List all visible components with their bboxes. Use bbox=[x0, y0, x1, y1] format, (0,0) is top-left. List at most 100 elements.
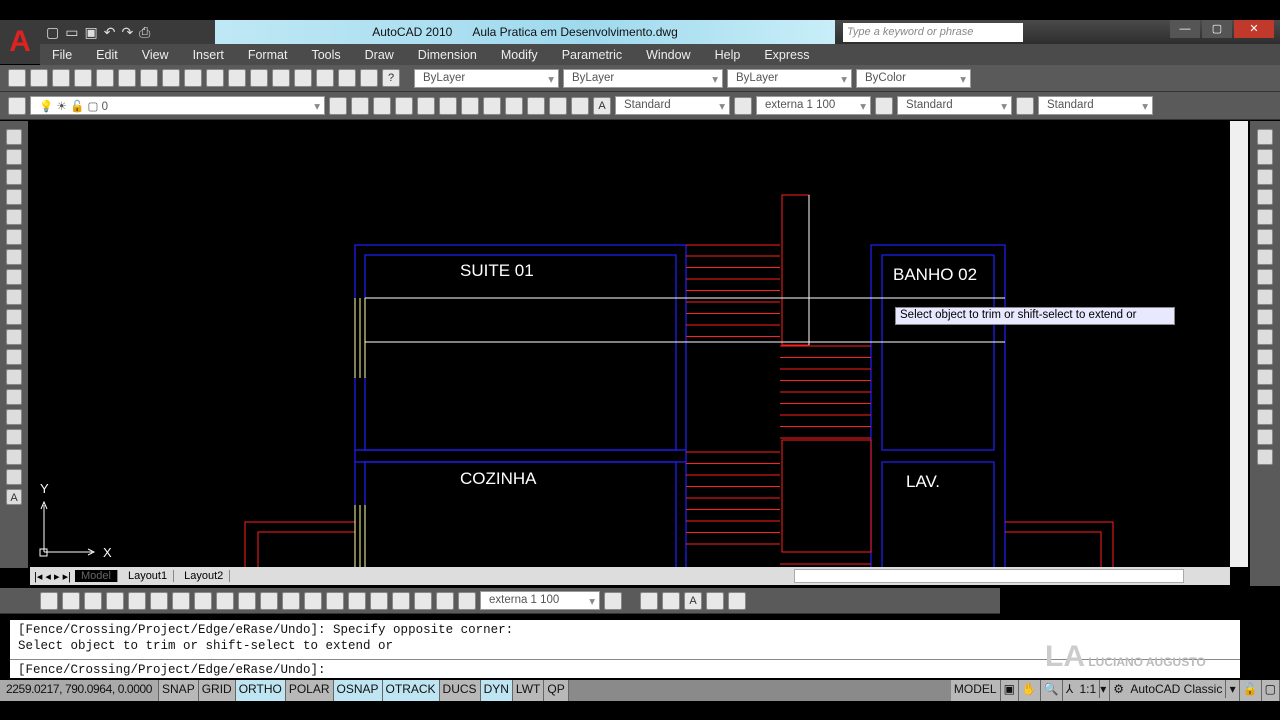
3d-dwf-icon[interactable] bbox=[140, 69, 158, 87]
menu-file[interactable]: File bbox=[40, 48, 84, 62]
properties-icon[interactable] bbox=[250, 69, 268, 87]
point-icon[interactable] bbox=[6, 389, 22, 405]
layer-dropdown[interactable]: 💡 ☀ 🔓 ▢ 0 bbox=[30, 96, 325, 115]
spline-icon[interactable] bbox=[6, 289, 22, 305]
menu-help[interactable]: Help bbox=[703, 48, 753, 62]
tool-palettes-icon[interactable] bbox=[294, 69, 312, 87]
block-editor-icon[interactable] bbox=[184, 69, 202, 87]
dim-style-icon[interactable] bbox=[734, 96, 752, 115]
linear-dim-icon[interactable] bbox=[40, 591, 58, 610]
tab-nav-arrows[interactable]: |◂ ◂ ▸ ▸| bbox=[34, 570, 71, 583]
mleader-style-icon[interactable] bbox=[1016, 96, 1034, 115]
drawing-canvas[interactable]: SUITE 01 BANHO 02 COZINHA LAV. X Y bbox=[30, 121, 1230, 663]
rectangle-icon[interactable] bbox=[6, 209, 22, 225]
zoom-previous-icon[interactable] bbox=[439, 96, 457, 115]
polygon-icon[interactable] bbox=[6, 189, 22, 205]
tolerance-icon[interactable] bbox=[326, 591, 344, 610]
plot-icon[interactable] bbox=[74, 69, 92, 87]
publish-icon[interactable] bbox=[118, 69, 136, 87]
offset-icon[interactable] bbox=[1257, 189, 1273, 205]
menu-insert[interactable]: Insert bbox=[181, 48, 236, 62]
explode-icon[interactable] bbox=[1257, 449, 1273, 465]
status-toggle-qp[interactable]: QP bbox=[544, 680, 569, 701]
sheet-set-icon[interactable] bbox=[316, 69, 334, 87]
status-toggle-ortho[interactable]: ORTHO bbox=[235, 680, 286, 701]
redo-icon[interactable] bbox=[228, 69, 246, 87]
linetype-dropdown[interactable]: ByLayer bbox=[563, 68, 723, 88]
design-center-icon[interactable] bbox=[272, 69, 290, 87]
zoom-in-icon[interactable] bbox=[505, 96, 523, 115]
zoom-out-icon[interactable] bbox=[527, 96, 545, 115]
mirror-icon[interactable] bbox=[1257, 169, 1273, 185]
table-style-dropdown[interactable]: Standard bbox=[897, 96, 1012, 115]
pan-icon[interactable]: ✋ bbox=[1018, 680, 1041, 701]
save-icon[interactable]: ▣ bbox=[84, 24, 97, 41]
toolbar-lock-icon[interactable]: 🔓 bbox=[1239, 680, 1262, 701]
dim-text-edit-icon[interactable] bbox=[436, 591, 454, 610]
insert-block-icon[interactable] bbox=[6, 349, 22, 365]
dim-edit-icon[interactable] bbox=[414, 591, 432, 610]
baseline-icon[interactable] bbox=[238, 591, 256, 610]
horizontal-scrollbar[interactable] bbox=[794, 569, 1185, 583]
zoom-all-icon[interactable] bbox=[549, 96, 567, 115]
calculator-icon[interactable] bbox=[360, 69, 378, 87]
ellipse-icon[interactable] bbox=[6, 309, 22, 325]
status-toggle-otrack[interactable]: OTRACK bbox=[382, 680, 440, 701]
dim-space-icon[interactable] bbox=[282, 591, 300, 610]
new-icon[interactable] bbox=[8, 69, 26, 87]
status-toggle-dyn[interactable]: DYN bbox=[480, 680, 513, 701]
radius-icon[interactable] bbox=[128, 591, 146, 610]
make-current-icon[interactable] bbox=[329, 96, 347, 115]
color-dropdown[interactable]: ByLayer bbox=[414, 68, 559, 88]
revcloud-icon[interactable] bbox=[6, 269, 22, 285]
new-icon[interactable]: ▢ bbox=[46, 24, 59, 41]
rotate-icon[interactable] bbox=[1257, 249, 1273, 265]
circle-icon[interactable] bbox=[6, 249, 22, 265]
plot-preview-icon[interactable] bbox=[96, 69, 114, 87]
table-style-icon[interactable] bbox=[875, 96, 893, 115]
layer-previous-icon[interactable] bbox=[351, 96, 369, 115]
text-icon[interactable]: A bbox=[684, 591, 702, 610]
array-icon[interactable] bbox=[1257, 209, 1273, 225]
inspection-icon[interactable] bbox=[370, 591, 388, 610]
undo-icon[interactable] bbox=[206, 69, 224, 87]
aligned-dim-icon[interactable] bbox=[62, 591, 80, 610]
continue-icon[interactable] bbox=[260, 591, 278, 610]
zoom-icon[interactable]: 🔍 bbox=[1040, 680, 1063, 701]
model-space-button[interactable]: MODEL bbox=[950, 680, 1001, 701]
field-icon[interactable] bbox=[662, 591, 680, 610]
dim-break-icon[interactable] bbox=[304, 591, 322, 610]
zoom-scale-icon[interactable] bbox=[483, 96, 501, 115]
polyline-icon[interactable] bbox=[6, 169, 22, 185]
dim-style-icon[interactable] bbox=[604, 591, 622, 610]
line-icon[interactable] bbox=[6, 129, 22, 145]
save-icon[interactable] bbox=[52, 69, 70, 87]
help-icon[interactable]: ? bbox=[382, 69, 400, 87]
mleader-style-dropdown[interactable]: Standard bbox=[1038, 96, 1153, 115]
coordinate-readout[interactable]: 2259.0217, 790.0964, 0.0000 bbox=[0, 680, 160, 701]
angular-icon[interactable] bbox=[194, 591, 212, 610]
jogged-linear-icon[interactable] bbox=[392, 591, 410, 610]
status-toggle-osnap[interactable]: OSNAP bbox=[333, 680, 383, 701]
scale-icon[interactable] bbox=[1257, 269, 1273, 285]
make-block-icon[interactable] bbox=[6, 369, 22, 385]
quick-view-layouts-icon[interactable]: ▣ bbox=[1000, 680, 1019, 701]
status-toggle-polar[interactable]: POLAR bbox=[285, 680, 334, 701]
jogged-icon[interactable] bbox=[150, 591, 168, 610]
plot-icon[interactable]: ⎙ bbox=[139, 24, 150, 41]
fillet-icon[interactable] bbox=[1257, 429, 1273, 445]
dim-update-icon[interactable] bbox=[458, 591, 476, 610]
menu-tools[interactable]: Tools bbox=[299, 48, 352, 62]
application-menu-button[interactable]: A bbox=[0, 20, 40, 64]
break-icon[interactable] bbox=[1257, 369, 1273, 385]
maximize-button[interactable]: ▢ bbox=[1202, 20, 1232, 38]
vertical-scrollbar[interactable] bbox=[1230, 121, 1248, 567]
zoom-extents-icon[interactable] bbox=[571, 96, 589, 115]
dim-style-dropdown[interactable]: externa 1 100 bbox=[756, 96, 871, 115]
text-style-icon[interactable]: A bbox=[593, 96, 611, 115]
close-button[interactable]: ✕ bbox=[1234, 20, 1274, 38]
menu-express[interactable]: Express bbox=[752, 48, 821, 62]
tab-layout2[interactable]: Layout2 bbox=[178, 570, 231, 582]
status-toggle-snap[interactable]: SNAP bbox=[159, 680, 199, 701]
construction-line-icon[interactable] bbox=[6, 149, 22, 165]
